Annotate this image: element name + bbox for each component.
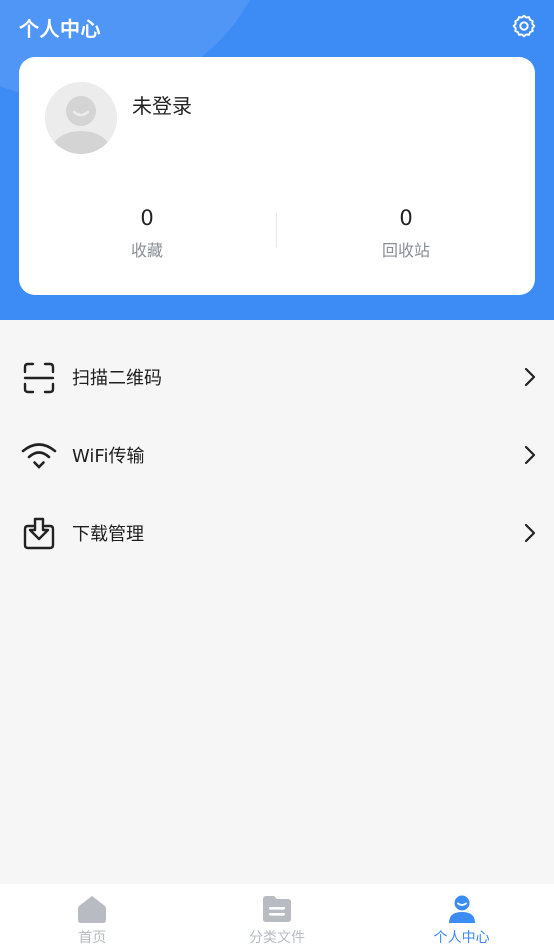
- menu-item-download-manager[interactable]: 下载管理: [0, 494, 554, 572]
- folder-icon: [260, 894, 294, 924]
- recycle-bin-label: 回收站: [381, 241, 430, 260]
- tab-label-profile: 个人中心: [433, 930, 490, 946]
- tab-categories[interactable]: 分类文件: [185, 884, 370, 952]
- menu-item-scan-qr[interactable]: 扫描二维码: [0, 338, 554, 416]
- settings-button[interactable]: [510, 12, 538, 40]
- profile-card: 未登录 0 收藏 0 回收站: [19, 57, 535, 295]
- user-icon: [445, 894, 479, 924]
- profile-page: 个人中心 未登录 0 收藏 0 回收站 扫描二维码 WiFi传输 下载管理 首页…: [0, 0, 554, 952]
- wifi-icon: [20, 437, 58, 475]
- stat-divider: [276, 213, 277, 247]
- home-icon: [75, 894, 109, 924]
- tab-label-home: 首页: [78, 930, 107, 946]
- username[interactable]: 未登录: [132, 90, 192, 119]
- menu-label-wifi-transfer: WiFi传输: [72, 446, 145, 467]
- download-box-icon: [20, 515, 58, 553]
- gear-icon: [512, 14, 536, 38]
- default-avatar-icon[interactable]: [45, 82, 117, 154]
- tab-profile[interactable]: 个人中心: [369, 884, 554, 952]
- scan-icon: [20, 359, 58, 397]
- favorites-stat[interactable]: 0 收藏: [47, 205, 247, 261]
- header: 个人中心 未登录 0 收藏 0 回收站: [0, 0, 554, 320]
- chevron-right-icon: [524, 445, 536, 465]
- favorites-label: 收藏: [130, 241, 163, 260]
- menu-label-download-manager: 下载管理: [72, 524, 144, 545]
- menu-item-wifi-transfer[interactable]: WiFi传输: [0, 416, 554, 494]
- chevron-right-icon: [524, 367, 536, 387]
- tab-home[interactable]: 首页: [0, 884, 185, 952]
- tab-label-categories: 分类文件: [249, 930, 305, 946]
- recycle-bin-count: 0: [399, 206, 413, 230]
- bottom-tab-bar: 首页 分类文件 个人中心: [0, 884, 554, 952]
- page-title: 个人中心: [19, 17, 101, 41]
- chevron-right-icon: [524, 523, 536, 543]
- menu-label-scan-qr: 扫描二维码: [72, 368, 162, 389]
- recycle-bin-stat[interactable]: 0 回收站: [306, 205, 506, 261]
- settings-menu: 扫描二维码 WiFi传输 下载管理: [0, 338, 554, 572]
- favorites-count: 0: [140, 206, 154, 230]
